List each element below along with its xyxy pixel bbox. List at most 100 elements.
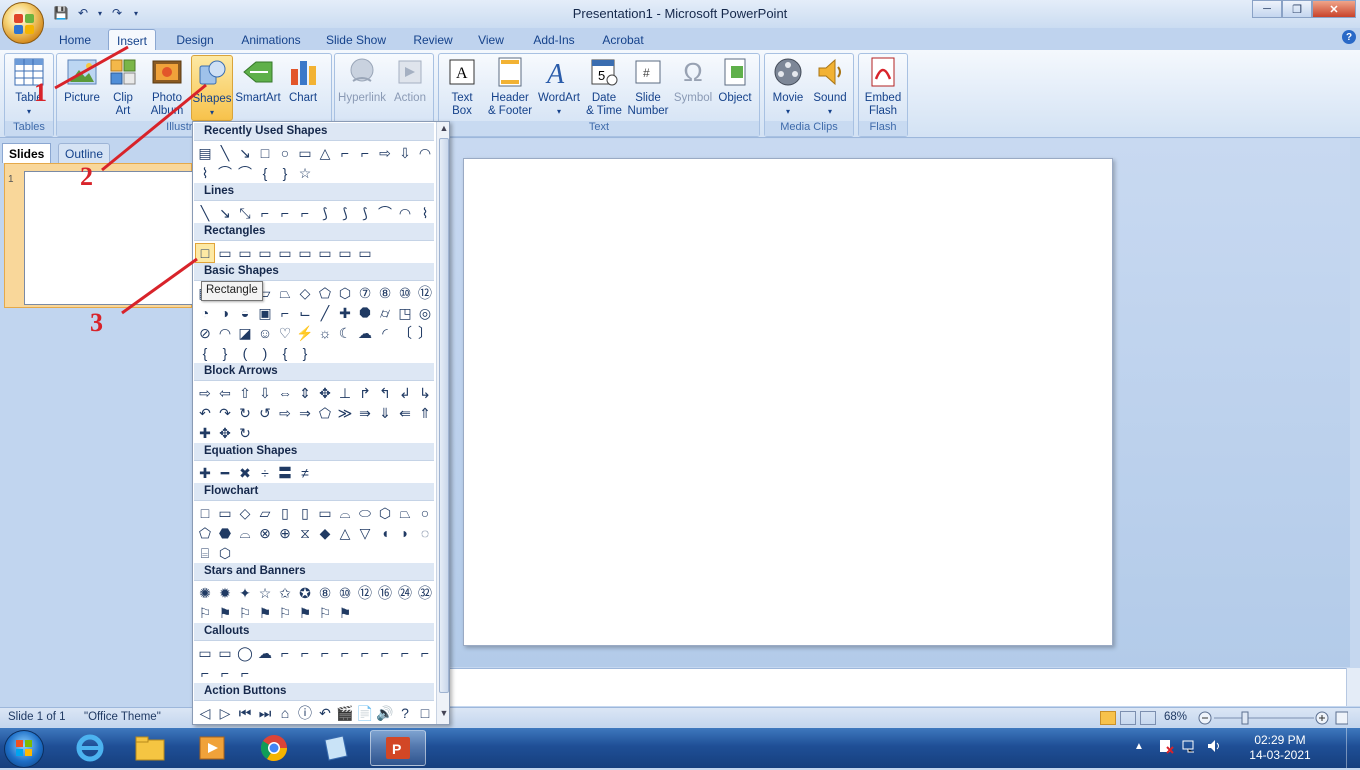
basic-shape-35[interactable]: 〕	[415, 323, 435, 343]
flowchart-shape-13[interactable]: ⬣	[215, 523, 235, 543]
stars-shape-8[interactable]: ⑫	[355, 583, 375, 603]
action-shape-11[interactable]: □	[415, 703, 435, 723]
basic-shape-12[interactable]: ◔	[195, 303, 215, 323]
flowchart-shape-15[interactable]: ⊗	[255, 523, 275, 543]
rectangles-shape-8[interactable]: ▭	[355, 243, 375, 263]
block-arrows-shape-10[interactable]: ↲	[395, 383, 415, 403]
stars-shape-6[interactable]: ⑧	[315, 583, 335, 603]
stars-shape-11[interactable]: ㉜	[415, 583, 435, 603]
tab-insert[interactable]: Insert	[108, 29, 156, 51]
callouts-shape-1[interactable]: ▭	[215, 643, 235, 663]
callouts-shape-14[interactable]: ⌐	[235, 663, 255, 683]
recent-shape-7[interactable]: ⌐	[335, 143, 355, 163]
recent-shape-8[interactable]: ⌐	[355, 143, 375, 163]
block-arrows-shape-0[interactable]: ⇨	[195, 383, 215, 403]
callouts-shape-0[interactable]: ▭	[195, 643, 215, 663]
callouts-shape-2[interactable]: ◯	[235, 643, 255, 663]
recent-shape-16[interactable]: }	[275, 163, 295, 183]
stars-shape-5[interactable]: ✪	[295, 583, 315, 603]
photo-album-button[interactable]: Photo Album	[146, 55, 188, 118]
basic-shape-23[interactable]: ◎	[415, 303, 435, 323]
chart-button[interactable]: Chart	[284, 55, 322, 105]
flowchart-shape-20[interactable]: ▽	[355, 523, 375, 543]
basic-shape-37[interactable]: }	[215, 343, 235, 363]
stars-shape-4[interactable]: ✩	[275, 583, 295, 603]
notes-scrollbar[interactable]	[1346, 668, 1360, 706]
scroll-thumb[interactable]	[439, 138, 449, 693]
slide-number-button[interactable]: # Slide Number	[626, 55, 670, 118]
equation-shape-5[interactable]: ≠	[295, 463, 315, 483]
block-arrows-shape-8[interactable]: ↱	[355, 383, 375, 403]
basic-shape-6[interactable]: ⬠	[315, 283, 335, 303]
flowchart-shape-16[interactable]: ⊕	[275, 523, 295, 543]
action-center-icon[interactable]	[1158, 738, 1174, 754]
clock-date[interactable]: 14-03-2021	[1240, 748, 1320, 763]
block-arrows-shape-18[interactable]: ⬠	[315, 403, 335, 423]
powerpoint-taskbar-icon[interactable]: P	[370, 730, 426, 766]
text-box-button[interactable]: A Text Box	[442, 55, 482, 118]
recent-shape-14[interactable]: ⌒	[235, 163, 255, 183]
stars-shape-13[interactable]: ⚑	[215, 603, 235, 623]
action-shape-7[interactable]: 🎬	[335, 703, 355, 723]
rectangles-shape-6[interactable]: ▭	[315, 243, 335, 263]
basic-shape-34[interactable]: 〔	[395, 323, 415, 343]
minimize-button[interactable]: ─	[1252, 0, 1282, 18]
rectangles-shape-2[interactable]: ▭	[235, 243, 255, 263]
basic-shape-13[interactable]: ◑	[215, 303, 235, 323]
block-arrows-shape-1[interactable]: ⇦	[215, 383, 235, 403]
callouts-shape-7[interactable]: ⌐	[335, 643, 355, 663]
lines-shape-2[interactable]: ⤡	[235, 203, 255, 223]
stars-shape-10[interactable]: ㉔	[395, 583, 415, 603]
basic-shape-29[interactable]: ⚡	[295, 323, 315, 343]
basic-shape-16[interactable]: ⌐	[275, 303, 295, 323]
block-arrows-shape-16[interactable]: ⇨	[275, 403, 295, 423]
show-hidden-icons-icon[interactable]: ▲	[1134, 741, 1144, 752]
flowchart-shape-12[interactable]: ⬠	[195, 523, 215, 543]
help-icon[interactable]: ?	[1342, 30, 1356, 44]
recent-shape-9[interactable]: ⇨	[375, 143, 395, 163]
slide-sorter-view-icon[interactable]	[1120, 711, 1136, 725]
basic-shape-33[interactable]: ◜	[375, 323, 395, 343]
action-shape-5[interactable]: ⓘ	[295, 703, 315, 723]
tab-home[interactable]: Home	[54, 30, 96, 50]
action-shape-6[interactable]: ↶	[315, 703, 335, 723]
maximize-button[interactable]: ❐	[1282, 0, 1312, 18]
callouts-shape-10[interactable]: ⌐	[395, 643, 415, 663]
stars-shape-2[interactable]: ✦	[235, 583, 255, 603]
recent-shape-10[interactable]: ⇩	[395, 143, 415, 163]
recent-shape-0[interactable]: ▤	[195, 143, 215, 163]
callouts-shape-4[interactable]: ⌐	[275, 643, 295, 663]
action-shape-8[interactable]: 📄	[355, 703, 375, 723]
tab-slide-show[interactable]: Slide Show	[320, 30, 392, 50]
gallery-scrollbar[interactable]: ▲ ▼	[436, 122, 449, 724]
recent-shape-3[interactable]: □	[255, 143, 275, 163]
zoom-level[interactable]: 68%	[1164, 711, 1187, 723]
flowchart-shape-0[interactable]: □	[195, 503, 215, 523]
tab-outline[interactable]: Outline	[58, 143, 111, 163]
block-arrows-shape-17[interactable]: ⇒	[295, 403, 315, 423]
rectangles-shape-0[interactable]: □	[195, 243, 215, 263]
recent-shape-11[interactable]: ◠	[415, 143, 435, 163]
block-arrows-shape-13[interactable]: ↷	[215, 403, 235, 423]
stars-shape-9[interactable]: ⑯	[375, 583, 395, 603]
network-icon[interactable]	[1182, 738, 1198, 754]
lines-shape-9[interactable]: ⌒	[375, 203, 395, 223]
recent-shape-15[interactable]: {	[255, 163, 275, 183]
block-arrows-shape-3[interactable]: ⇩	[255, 383, 275, 403]
block-arrows-shape-5[interactable]: ⇕	[295, 383, 315, 403]
equation-shape-4[interactable]: 〓	[275, 463, 295, 483]
basic-shape-9[interactable]: ⑧	[375, 283, 395, 303]
tab-slides[interactable]: Slides	[2, 143, 52, 163]
start-button[interactable]	[4, 730, 44, 768]
rectangles-shape-4[interactable]: ▭	[275, 243, 295, 263]
basic-shape-27[interactable]: ☺	[255, 323, 275, 343]
flowchart-shape-14[interactable]: ⌓	[235, 523, 255, 543]
stars-shape-15[interactable]: ⚑	[255, 603, 275, 623]
basic-shape-38[interactable]: (	[235, 343, 255, 363]
basic-shape-31[interactable]: ☾	[335, 323, 355, 343]
block-arrows-shape-22[interactable]: ⇚	[395, 403, 415, 423]
movie-button[interactable]: Movie ▾	[768, 55, 808, 118]
recent-shape-2[interactable]: ↘	[235, 143, 255, 163]
clock-time[interactable]: 02:29 PM	[1240, 733, 1320, 748]
basic-shape-11[interactable]: ⑫	[415, 283, 435, 303]
